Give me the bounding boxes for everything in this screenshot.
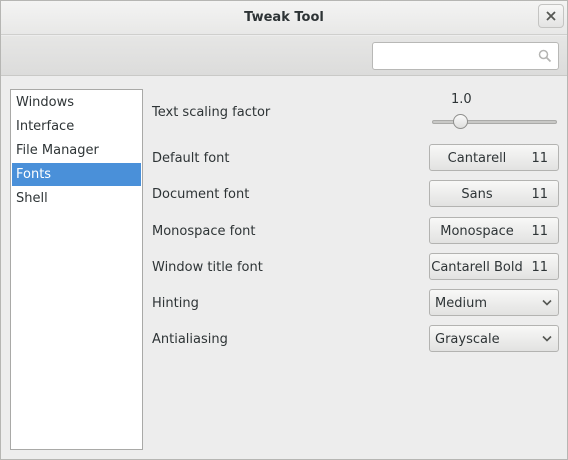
document-font-label: Document font	[152, 187, 250, 202]
text-scaling-slider[interactable]	[432, 120, 557, 124]
hinting-label: Hinting	[152, 296, 199, 311]
sidebar-item-file-manager[interactable]: File Manager	[12, 139, 141, 162]
default-font-button[interactable]: Cantarell 11	[429, 144, 559, 171]
monospace-font-button[interactable]: Monospace 11	[429, 217, 559, 244]
antialiasing-value: Grayscale	[435, 332, 500, 347]
default-font-label: Default font	[152, 151, 230, 166]
sidebar-item-label: Windows	[16, 95, 75, 110]
monospace-font-label: Monospace font	[152, 224, 256, 239]
font-size: 11	[531, 260, 548, 275]
close-icon	[546, 11, 556, 21]
chevron-down-icon	[542, 335, 552, 342]
sidebar-item-label: Fonts	[16, 167, 52, 182]
sidebar-item-shell[interactable]: Shell	[12, 187, 141, 210]
font-name: Cantarell	[447, 151, 507, 166]
window-title-font-button[interactable]: Cantarell Bold 11	[429, 253, 559, 280]
text-scaling-label: Text scaling factor	[152, 105, 271, 120]
sidebar: Windows Interface File Manager Fonts She…	[10, 89, 143, 450]
sidebar-item-label: File Manager	[16, 143, 99, 158]
close-button[interactable]	[538, 4, 564, 28]
antialiasing-label: Antialiasing	[152, 332, 228, 347]
chevron-down-icon	[542, 299, 552, 306]
sidebar-item-fonts[interactable]: Fonts	[12, 163, 141, 186]
text-scaling-slider-knob[interactable]	[453, 114, 468, 129]
sidebar-item-interface[interactable]: Interface	[12, 115, 141, 138]
tweak-tool-window: Tweak Tool Windows Interface File Manage…	[0, 0, 568, 460]
window-title: Tweak Tool	[244, 10, 324, 25]
search-icon	[538, 49, 552, 63]
toolbar	[1, 36, 567, 76]
document-font-button[interactable]: Sans 11	[429, 180, 559, 207]
text-scaling-value: 1.0	[451, 92, 472, 107]
hinting-dropdown[interactable]: Medium	[429, 289, 559, 316]
font-name: Sans	[461, 187, 493, 202]
sidebar-item-label: Interface	[16, 119, 75, 134]
sidebar-item-windows[interactable]: Windows	[12, 91, 141, 114]
font-size: 11	[531, 187, 548, 202]
font-name: Cantarell Bold	[431, 260, 523, 275]
font-size: 11	[531, 224, 548, 239]
antialiasing-dropdown[interactable]: Grayscale	[429, 325, 559, 352]
search-box[interactable]	[372, 42, 559, 70]
font-size: 11	[531, 151, 548, 166]
hinting-value: Medium	[435, 296, 487, 311]
sidebar-item-label: Shell	[16, 191, 48, 206]
font-name: Monospace	[440, 224, 514, 239]
titlebar: Tweak Tool	[1, 1, 567, 35]
search-input[interactable]	[379, 47, 529, 65]
window-title-font-label: Window title font	[152, 260, 263, 275]
